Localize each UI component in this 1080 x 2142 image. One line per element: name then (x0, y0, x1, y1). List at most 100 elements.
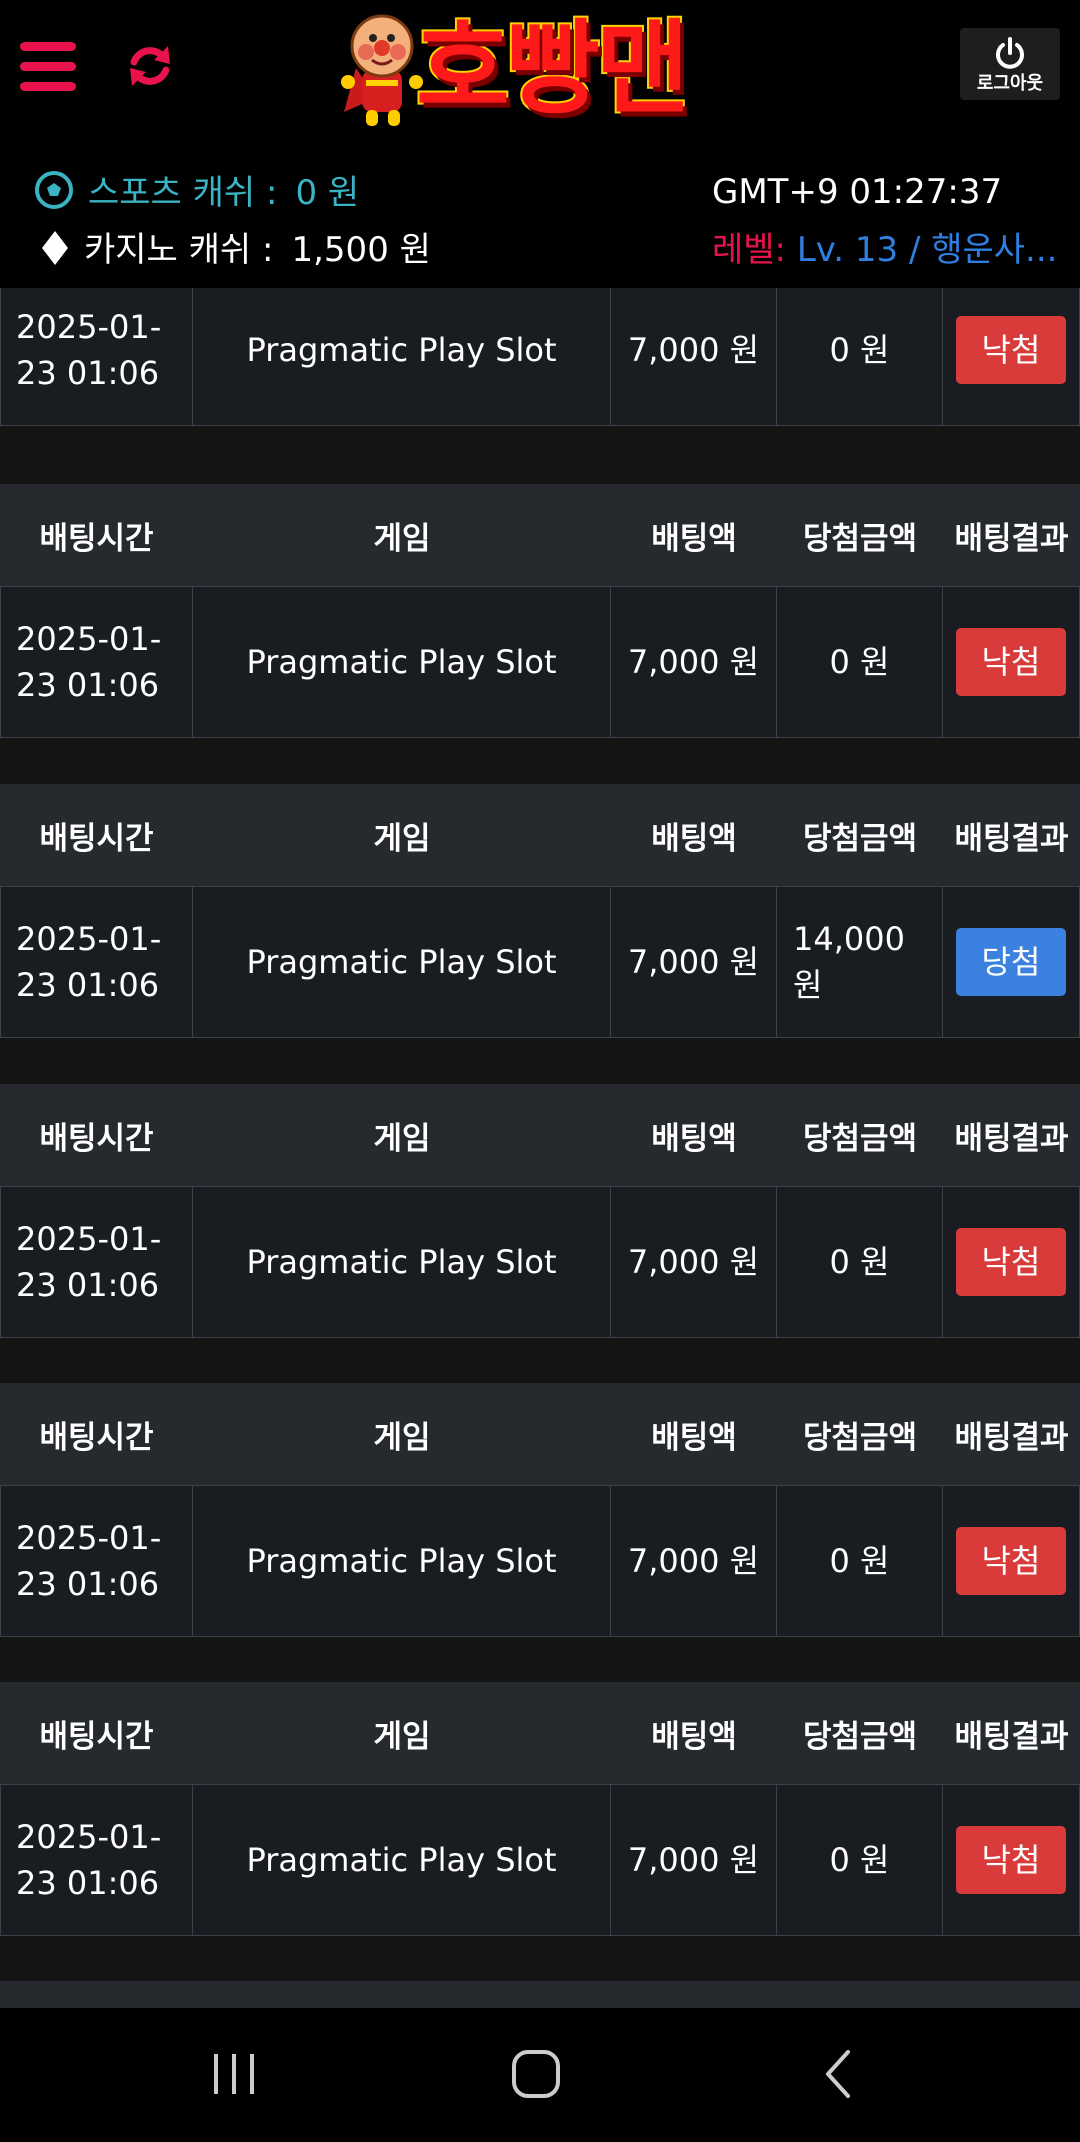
bet-amount: 7,000 원 (611, 1486, 777, 1636)
sports-cash-label: 스포츠 캐쉬 : (88, 173, 278, 213)
result-badge-lose[interactable]: 낙첨 (956, 1228, 1066, 1296)
col-result: 배팅결과 (954, 1120, 1069, 1157)
table-row: 2025-01- 23 01:06 Pragmatic Play Slot 7,… (0, 1186, 1080, 1338)
col-bet-amount: 배팅액 (651, 820, 737, 857)
bet-table: 배팅시간 게임 배팅액 당첨금액 배팅결과 2025-01- 23 01:06 … (0, 1084, 1080, 1338)
result-badge-lose[interactable]: 낙첨 (956, 628, 1066, 696)
bet-result-cell: 당첨 (943, 887, 1080, 1037)
bet-time: 2025-01- 23 01:06 (0, 288, 193, 425)
table-row: 2025-01- 23 01:06 Pragmatic Play Slot 7,… (0, 1784, 1080, 1936)
bet-result-cell: 낙첨 (943, 1486, 1080, 1636)
casino-cash-value: 1,500 원 (291, 230, 431, 270)
table-row: 2025-01- 23 01:06 Pragmatic Play Slot 7,… (0, 1485, 1080, 1637)
game-name: Pragmatic Play Slot (193, 1785, 611, 1935)
bet-table: 배팅시간 게임 배팅액 당첨금액 배팅결과 2025-01- 23 01:06 … (0, 1682, 1080, 1936)
level-label: 레벨: (712, 230, 787, 270)
col-win-amount: 당첨금액 (802, 1120, 918, 1157)
col-result: 배팅결과 (954, 1419, 1069, 1456)
win-amount: 0 원 (777, 288, 943, 425)
game-name: Pragmatic Play Slot (193, 1486, 611, 1636)
result-badge-win[interactable]: 당첨 (956, 928, 1066, 996)
table-row: 2025-01- 23 01:06 Pragmatic Play Slot 7,… (0, 886, 1080, 1038)
col-win-amount: 당첨금액 (802, 520, 918, 557)
col-win-amount: 당첨금액 (802, 1419, 918, 1456)
bet-amount: 7,000 원 (611, 887, 777, 1037)
system-navigation-bar (0, 2008, 1080, 2142)
server-clock: GMT+9 01:27:37 (712, 172, 1003, 212)
win-amount: 14,000 원 (777, 887, 943, 1037)
user-level[interactable]: 레벨: Lv. 13 / 행운사... (712, 228, 1057, 272)
bet-amount: 7,000 원 (611, 1785, 777, 1935)
result-badge-lose[interactable]: 낙첨 (956, 1527, 1066, 1595)
col-bet-time: 배팅시간 (39, 1718, 154, 1755)
bet-time: 2025-01- 23 01:06 (0, 887, 193, 1037)
table-header: 배팅시간 게임 배팅액 당첨금액 배팅결과 (0, 1383, 1080, 1485)
result-badge-lose[interactable]: 낙첨 (956, 316, 1066, 384)
back-icon[interactable] (810, 2044, 870, 2104)
logout-button[interactable]: 로그아웃 (960, 28, 1060, 100)
level-value: Lv. 13 / 행운사... (796, 230, 1058, 270)
bet-amount: 7,000 원 (611, 288, 777, 425)
result-badge-lose[interactable]: 낙첨 (956, 1826, 1066, 1894)
bet-amount: 7,000 원 (611, 587, 777, 737)
refresh-icon[interactable] (124, 40, 176, 92)
game-name: Pragmatic Play Slot (193, 587, 611, 737)
bet-table (0, 1981, 1080, 2008)
bet-result-cell: 낙첨 (943, 1187, 1080, 1337)
bet-amount: 7,000 원 (611, 1187, 777, 1337)
top-header: 호빵맨 로그아웃 스포츠 캐쉬 : 0 원 카지노 캐쉬 : 1,500 원 GMT… (0, 0, 1080, 288)
bet-result-cell: 낙첨 (943, 587, 1080, 737)
col-game: 게임 (373, 520, 431, 557)
col-result: 배팅결과 (954, 820, 1069, 857)
col-win-amount: 당첨금액 (802, 1718, 918, 1755)
col-bet-time: 배팅시간 (39, 1419, 154, 1456)
logo-mascot-icon (341, 14, 423, 126)
col-game: 게임 (373, 1718, 431, 1755)
bet-result-cell: 낙첨 (943, 1785, 1080, 1935)
recent-apps-icon[interactable] (204, 2044, 264, 2104)
power-icon (996, 37, 1024, 69)
diamond-icon (40, 229, 70, 278)
col-game: 게임 (373, 1120, 431, 1157)
bet-table: 배팅시간 게임 배팅액 당첨금액 배팅결과 2025-01- 23 01:06 … (0, 784, 1080, 1038)
sports-cash: 스포츠 캐쉬 : 0 원 (34, 170, 359, 221)
game-name: Pragmatic Play Slot (193, 288, 611, 425)
bet-history-list[interactable]: 2025-01- 23 01:06 Pragmatic Play Slot 7,… (0, 288, 1080, 2008)
col-bet-time: 배팅시간 (39, 820, 154, 857)
col-win-amount: 당첨금액 (802, 820, 918, 857)
bet-result-cell: 낙첨 (943, 288, 1080, 425)
win-amount: 0 원 (777, 1486, 943, 1636)
table-header: 배팅시간 게임 배팅액 당첨금액 배팅결과 (0, 1682, 1080, 1784)
bet-time: 2025-01- 23 01:06 (0, 587, 193, 737)
col-bet-amount: 배팅액 (651, 520, 737, 557)
table-header (0, 1981, 1080, 2008)
col-result: 배팅결과 (954, 520, 1069, 557)
logout-label: 로그아웃 (976, 73, 1044, 94)
table-header: 배팅시간 게임 배팅액 당첨금액 배팅결과 (0, 1084, 1080, 1186)
casino-cash: 카지노 캐쉬 : 1,500 원 (40, 228, 431, 278)
win-amount: 0 원 (777, 587, 943, 737)
col-bet-amount: 배팅액 (651, 1718, 737, 1755)
col-bet-amount: 배팅액 (651, 1419, 737, 1456)
bet-table: 2025-01- 23 01:06 Pragmatic Play Slot 7,… (0, 288, 1080, 426)
hamburger-menu-icon[interactable] (20, 38, 76, 94)
col-game: 게임 (373, 820, 431, 857)
col-bet-time: 배팅시간 (39, 520, 154, 557)
table-header: 배팅시간 게임 배팅액 당첨금액 배팅결과 (0, 784, 1080, 886)
table-row: 2025-01- 23 01:06 Pragmatic Play Slot 7,… (0, 586, 1080, 738)
bet-time: 2025-01- 23 01:06 (0, 1785, 193, 1935)
col-bet-amount: 배팅액 (651, 1120, 737, 1157)
table-header: 배팅시간 게임 배팅액 당첨금액 배팅결과 (0, 484, 1080, 586)
logo-text: 호빵맨 (414, 10, 692, 130)
casino-cash-label: 카지노 캐쉬 : (84, 230, 274, 270)
game-name: Pragmatic Play Slot (193, 887, 611, 1037)
soccer-ball-icon (34, 170, 74, 221)
win-amount: 0 원 (777, 1785, 943, 1935)
table-row: 2025-01- 23 01:06 Pragmatic Play Slot 7,… (0, 288, 1080, 426)
game-name: Pragmatic Play Slot (193, 1187, 611, 1337)
home-icon[interactable] (506, 2044, 566, 2104)
col-game: 게임 (373, 1419, 431, 1456)
bet-table: 배팅시간 게임 배팅액 당첨금액 배팅결과 2025-01- 23 01:06 … (0, 484, 1080, 738)
sports-cash-value: 0 원 (295, 173, 360, 213)
site-logo[interactable]: 호빵맨 (336, 8, 756, 132)
